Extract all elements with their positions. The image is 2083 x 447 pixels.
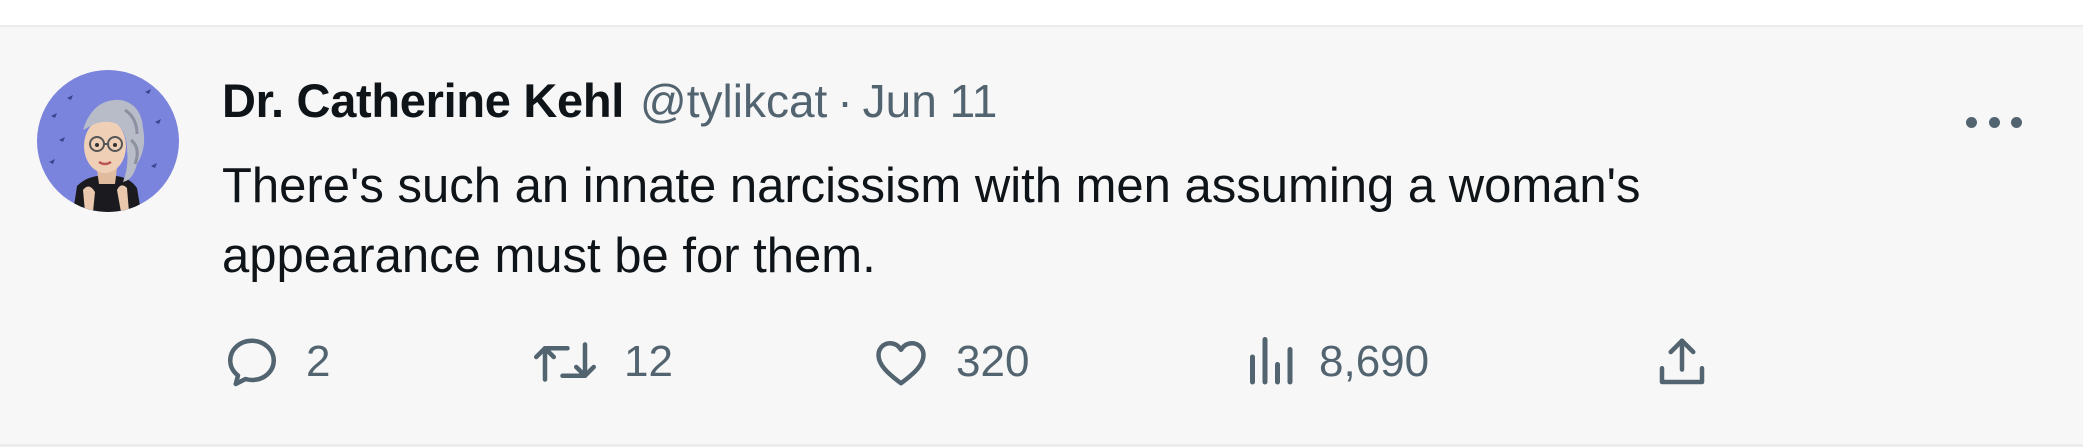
retweet-button[interactable]: 12 — [530, 327, 673, 397]
tweet-date[interactable]: Jun 11 — [863, 74, 998, 128]
more-horizontal-icon — [2011, 117, 2022, 128]
avatar[interactable] — [37, 70, 179, 212]
heart-icon — [876, 341, 926, 386]
views-chart-icon — [1250, 337, 1293, 385]
tweet-header: Dr. Catherine Kehl @tylikcat · Jun 11 — [222, 73, 997, 133]
reply-count: 2 — [306, 337, 331, 386]
top-bar — [0, 0, 2083, 27]
share-button[interactable] — [1652, 327, 1712, 397]
display-name[interactable]: Dr. Catherine Kehl — [222, 73, 624, 128]
retweet-count: 12 — [624, 337, 673, 386]
like-button[interactable]: 320 — [870, 327, 1029, 397]
user-handle[interactable]: @tylikcat — [640, 74, 827, 128]
views-count: 8,690 — [1319, 337, 1430, 386]
more-options-button[interactable] — [1966, 117, 2022, 133]
views-button[interactable]: 8,690 — [1245, 327, 1429, 397]
retweet-icon — [534, 342, 596, 382]
more-horizontal-icon — [1988, 117, 2000, 128]
like-count: 320 — [956, 337, 1030, 386]
tweet-text: There's such an innate narcissism with m… — [222, 159, 1641, 283]
separator-dot: · — [837, 75, 853, 127]
avatar-illustration — [37, 70, 179, 212]
tweet-card[interactable]: Dr. Catherine Kehl @tylikcat · Jun 11 Th… — [0, 27, 2083, 444]
tweet-actions: 2 12 320 8,690 — [0, 327, 2083, 397]
more-horizontal-icon — [1966, 117, 1977, 128]
share-icon — [1659, 338, 1705, 385]
reply-button[interactable]: 2 — [222, 327, 330, 397]
reply-icon — [228, 338, 276, 387]
